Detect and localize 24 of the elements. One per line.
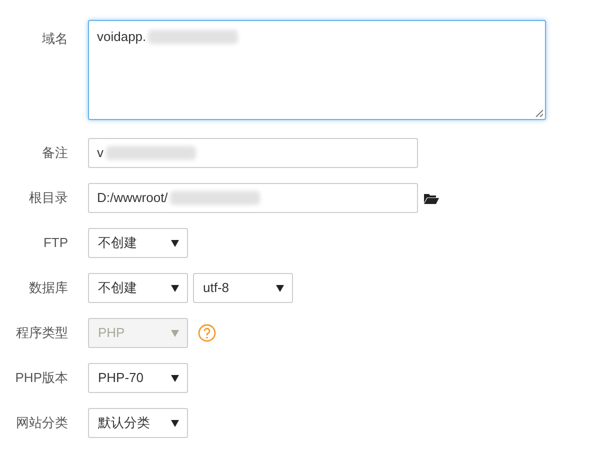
caret-icon (171, 284, 179, 292)
caret-icon (276, 284, 284, 292)
caret-icon (171, 240, 179, 246)
folder-icon[interactable] (424, 192, 439, 204)
field-label: FTP (42, 234, 68, 252)
dropdown-select[interactable]: PHP-70 (88, 363, 188, 393)
caret-icon (171, 420, 179, 426)
text-field[interactable]: D:/wwwroot/ (88, 183, 418, 213)
field-label: 根目录 (28, 189, 68, 208)
field-label: 域名 (41, 30, 68, 48)
field-label: 网站分类 (15, 414, 68, 432)
dropdown-select[interactable]: 默认分类 (88, 408, 188, 438)
text-field[interactable]: v (88, 138, 418, 168)
field-label: 数据库 (28, 279, 68, 298)
caret-icon (171, 330, 179, 336)
dropdown-select[interactable]: utf-8 (193, 273, 293, 303)
dropdown-select[interactable]: 不创建 (88, 228, 188, 258)
field-label: 备注 (41, 144, 68, 162)
domain-textarea[interactable]: voidapp. (88, 20, 546, 120)
resize-grip-icon[interactable] (535, 109, 543, 117)
field-label: 程序类型 (15, 324, 68, 342)
caret-icon (171, 374, 179, 382)
dropdown-select[interactable]: 不创建 (88, 273, 188, 303)
field-label: PHP版本 (14, 369, 68, 388)
